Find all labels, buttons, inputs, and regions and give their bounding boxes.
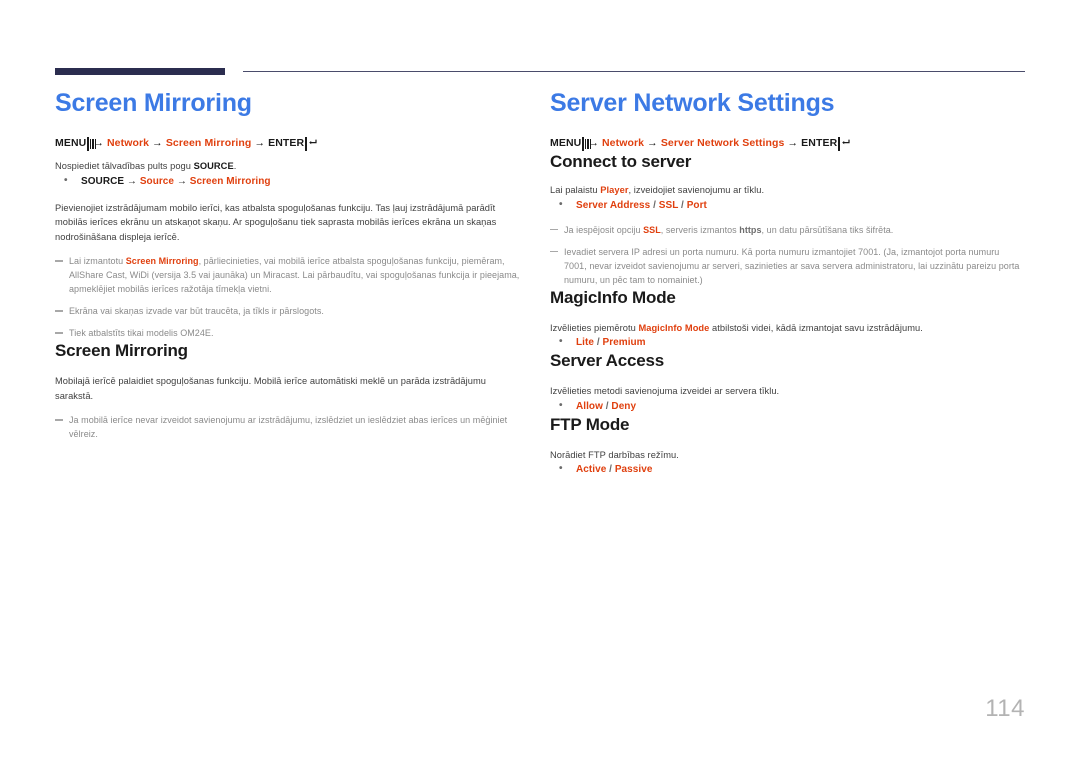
- list-item: Allow / Deny: [550, 398, 1020, 414]
- source-instruction-bold: SOURCE: [193, 161, 234, 171]
- server-access-description: Izvēlieties metodi savienojuma izveidei …: [550, 386, 780, 396]
- section-title-ftp-mode: FTP Mode: [550, 414, 630, 434]
- source-instruction: Nospiediet tālvadības pults pogu SOURCE.: [55, 159, 525, 174]
- connect-to-server-description: Lai palaistu Player, izveidojiet savieno…: [550, 183, 1020, 198]
- path-arrow-3: →: [254, 137, 266, 149]
- option-separator-2: /: [678, 199, 687, 211]
- enter-key-icon: [305, 137, 317, 151]
- connect-to-server-options: Server Address / SSL / Port: [550, 197, 1020, 213]
- path-arrow-3: →: [787, 137, 799, 149]
- server-access-options: Allow / Deny: [550, 398, 1020, 414]
- option-ssl: SSL: [658, 199, 679, 211]
- list-item: Server Address / SSL / Port: [550, 197, 1020, 213]
- menu-path-item-network: Network: [602, 137, 645, 149]
- ftp-mode-options: Active / Passive: [550, 461, 1020, 477]
- enter-key-icon: [838, 137, 850, 151]
- bullet-arrow-1: →: [124, 175, 140, 187]
- note-term-ssl: SSL: [643, 224, 661, 235]
- note-item: Ja iespējosit opciju SSL, serveris izman…: [550, 223, 1020, 237]
- menu-path-label: MENU: [550, 137, 582, 149]
- left-column: Screen Mirroring MENU → Network → Screen…: [55, 88, 525, 441]
- list-item: Lite / Premium: [550, 334, 1020, 350]
- option-premium: Premium: [602, 337, 646, 348]
- option-active: Active: [576, 464, 607, 475]
- screen-mirroring-section-description: Mobilajā ierīcē palaidiet spoguļošanas f…: [55, 376, 486, 401]
- option-passive: Passive: [614, 464, 653, 475]
- note-pre: Ja iespējosit opciju: [564, 224, 644, 235]
- magicinfo-mode-description: Izvēlieties piemērotu MagicInfo Mode atb…: [550, 321, 1020, 336]
- header-accent-bar: [55, 68, 225, 75]
- option-separator-1: /: [650, 199, 659, 211]
- magicinfo-mode-options: Lite / Premium: [550, 334, 1020, 350]
- enter-path-label: ENTER: [268, 137, 305, 149]
- section-title-server-access: Server Access: [550, 351, 664, 370]
- page-title-server-network-settings: Server Network Settings: [550, 89, 835, 117]
- ftp-mode-description: Norādiet FTP darbības režīmu.: [550, 449, 679, 460]
- enter-path-label: ENTER: [801, 137, 838, 149]
- option-separator-1: /: [606, 464, 615, 475]
- section-title-magicinfo-mode: MagicInfo Mode: [550, 287, 676, 307]
- desc-post: , izveidojiet savienojumu ar tīklu.: [628, 185, 765, 195]
- bullet-source-item: Source: [139, 175, 175, 187]
- note-term-https: https: [739, 224, 762, 235]
- option-lite: Lite: [576, 337, 594, 348]
- source-instruction-post: .: [233, 161, 237, 171]
- bullet-arrow-2: →: [174, 175, 190, 187]
- right-column: Server Network Settings MENU → Network →…: [550, 88, 1020, 477]
- option-allow: Allow: [576, 400, 603, 412]
- note-post: , un datu pārsūtīšana tiks šifrēta.: [761, 224, 894, 235]
- desc-pre: Izvēlieties piemērotu: [550, 322, 639, 333]
- menu-path-screen-mirroring: MENU → Network → Screen Mirroring → ENTE…: [55, 136, 525, 151]
- menu-path-item-server-network-settings: Server Network Settings: [660, 137, 785, 149]
- menu-key-icon: [87, 137, 97, 151]
- list-item: SOURCE → Source → Screen Mirroring: [55, 173, 525, 189]
- desc-post: atbilstoši videi, kādā izmantojat savu i…: [709, 322, 923, 333]
- note-item: Lai izmantotu Screen Mirroring, pārlieci…: [55, 254, 525, 296]
- note-item: Tiek atbalstīts tikai modelis OM24E.: [55, 326, 525, 340]
- desc-term-player: Player: [600, 185, 629, 195]
- path-arrow-2: →: [152, 137, 163, 149]
- menu-path-server-network-settings: MENU → Network → Server Network Settings…: [550, 136, 1020, 151]
- source-path-bullet-list: SOURCE → Source → Screen Mirroring: [55, 173, 525, 189]
- menu-path-item-screen-mirroring: Screen Mirroring: [165, 137, 252, 149]
- note-item: Ja mobilā ierīce nevar izveidot savienoj…: [55, 413, 525, 441]
- note-item: Ekrāna vai skaņas izvade var būt traucēt…: [55, 304, 525, 318]
- menu-path-label: MENU: [55, 137, 87, 149]
- desc-pre: Lai palaistu: [550, 185, 601, 195]
- note-text-pre: Lai izmantotu: [69, 256, 126, 266]
- note-term-screen-mirroring: Screen Mirroring: [125, 256, 199, 266]
- path-arrow-2: →: [647, 137, 658, 149]
- list-item: Active / Passive: [550, 461, 1020, 477]
- bullet-screen-mirroring-item: Screen Mirroring: [189, 175, 271, 187]
- source-instruction-pre: Nospiediet tālvadības pults pogu: [55, 161, 194, 171]
- screen-mirroring-description: Pievienojiet izstrādājumam mobilo ierīci…: [55, 202, 497, 242]
- menu-path-item-network: Network: [107, 137, 150, 149]
- section-title-screen-mirroring: Screen Mirroring: [55, 341, 188, 360]
- menu-key-icon: [582, 137, 592, 151]
- page-header-rule: [55, 68, 1025, 78]
- option-server-address: Server Address: [576, 199, 651, 211]
- section-title-connect-to-server: Connect to server: [550, 152, 692, 171]
- bullet-source-label: SOURCE: [81, 175, 125, 187]
- note-item: Ievadiet servera IP adresi un porta numu…: [550, 245, 1020, 287]
- page-number: 114: [985, 695, 1025, 722]
- option-port: Port: [686, 199, 707, 211]
- page-title-screen-mirroring: Screen Mirroring: [55, 89, 252, 117]
- desc-term-magicinfo-mode: MagicInfo Mode: [638, 322, 710, 333]
- page-columns: Screen Mirroring MENU → Network → Screen…: [0, 88, 1080, 688]
- option-deny: Deny: [611, 400, 637, 412]
- header-thin-rule: [243, 71, 1025, 72]
- note-mid: , serveris izmantos: [660, 224, 740, 235]
